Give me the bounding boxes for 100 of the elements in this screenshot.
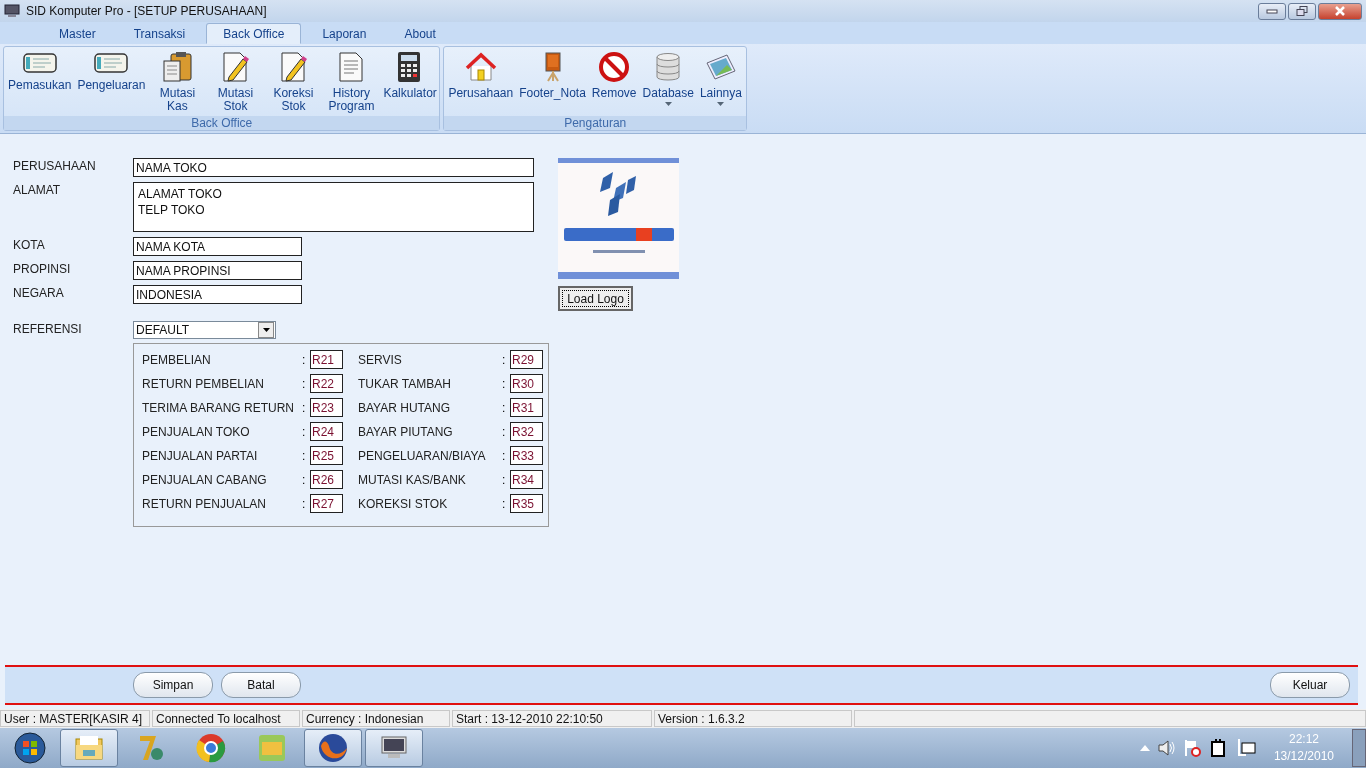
code-field[interactable]: R26 [310,470,343,489]
restore-button[interactable] [1288,2,1316,20]
code-field[interactable]: R30 [510,374,543,393]
ribbon-tab[interactable]: Back Office [206,23,302,44]
reference-dropdown[interactable]: DEFAULT [133,321,276,339]
reference-label: MUTASI KAS/BANK [358,472,467,487]
reference-label: KOREKSI STOK [358,496,449,511]
load-logo-button[interactable]: Load Logo [558,286,633,311]
text-field[interactable]: NAMA PROPINSI [133,261,302,280]
status-panel: Connected To localhost [152,710,300,727]
close-button[interactable] [1318,2,1362,20]
text-field[interactable]: INDONESIA [133,285,302,304]
taskbar-button[interactable] [365,729,423,767]
code-field[interactable]: R21 [310,350,343,369]
colon: : [502,496,507,511]
computer-icon [4,3,20,19]
colon: : [502,376,507,391]
ribbon-button[interactable]: Pemasukan [5,49,75,94]
reference-label: PEMBELIAN [142,352,212,367]
reference-label: PENJUALAN TOKO [142,424,251,439]
reference-label: BAYAR PIUTANG [358,424,454,439]
app-square-icon [256,732,288,764]
minimize-icon [1266,8,1278,14]
colon: : [502,352,507,367]
action-button[interactable]: Simpan [133,672,213,698]
code-field[interactable]: R34 [510,470,543,489]
colon: : [502,400,507,415]
ribbon-button[interactable]: Mutasi Stok [206,49,265,115]
colon: : [302,424,307,439]
code-field[interactable]: R23 [310,398,343,417]
code-field[interactable]: R29 [510,350,543,369]
ribbon-button[interactable]: Mutasi Kas [148,49,207,115]
reference-label: RETURN PEMBELIAN [142,376,266,391]
ribbon-button[interactable]: Database [639,49,697,108]
code-field[interactable]: R35 [510,494,543,513]
ribbon-tab[interactable]: Laporan [305,23,384,44]
ribbon-tab[interactable]: Transaksi [116,23,203,44]
colon: : [302,496,307,511]
code-field[interactable]: R22 [310,374,343,393]
reference-label: BAYAR HUTANG [358,400,451,415]
ribbon-tab[interactable]: Master [42,23,113,44]
taskbar-button[interactable] [304,729,362,767]
flag-icon[interactable] [1183,739,1202,757]
reference-label: TERIMA BARANG RETURN [142,400,295,415]
card-icon [22,51,57,75]
exit-button[interactable]: Keluar [1270,672,1350,698]
field-label: PROPINSI [13,261,72,276]
code-field[interactable]: R24 [310,422,343,441]
code-field[interactable]: R27 [310,494,343,513]
reference-label: TUKAR TAMBAH [358,376,452,391]
no-entry-icon [598,51,631,83]
dropdown-caret-icon [664,102,672,106]
field-label: NEGARA [13,285,65,300]
colon: : [302,400,307,415]
field-label: REFERENSI [13,321,83,336]
reference-label: SERVIS [358,352,403,367]
restore-icon [1296,6,1308,16]
card-icon [94,51,129,75]
speaker-icon[interactable] [1157,740,1176,756]
text-field[interactable]: NAMA TOKO [133,158,534,177]
ribbon-button[interactable]: Perusahaan [445,49,517,102]
window-title: SID Komputer Pro - [SETUP PERUSAHAAN] [26,4,267,18]
taskbar-button[interactable] [60,729,118,767]
dropdown-caret-icon [262,328,270,332]
ribbon-button[interactable]: Lainnya [696,49,745,108]
action-button[interactable]: Batal [221,672,301,698]
code-field[interactable]: R32 [510,422,543,441]
browser-ball-icon [195,732,227,764]
code-field[interactable]: R25 [310,446,343,465]
clipboard-icon [161,51,194,83]
ribbon-button[interactable]: Pengeluaran [74,49,149,94]
ribbon-button[interactable]: Footer_Nota [516,49,589,102]
house-icon [464,51,497,83]
field-label: ALAMAT [13,182,62,197]
status-panel: Currency : Indonesian [302,710,450,727]
colon: : [302,448,307,463]
reference-label: RETURN PENJUALAN [142,496,268,511]
colon: : [502,472,507,487]
minimize-button[interactable] [1258,2,1286,20]
code-field[interactable]: R33 [510,446,543,465]
colon: : [302,376,307,391]
status-panel: User : MASTER[KASIR 4] [0,710,150,727]
reference-label: PENJUALAN CABANG [142,472,268,487]
network-icon[interactable] [1235,739,1256,757]
start-orb-icon [14,732,46,764]
code-field[interactable]: R31 [510,398,543,417]
ribbon-button[interactable]: History Program [322,49,381,115]
colon: : [502,448,507,463]
ribbon-tab[interactable]: About [387,23,453,44]
colon: : [302,472,307,487]
text-field[interactable]: NAMA KOTA [133,237,302,256]
status-panel: Version : 1.6.3.2 [654,710,852,727]
ribbon-button[interactable]: Remove [588,49,640,102]
field-label: PERUSAHAAN [13,158,97,173]
status-panel: Start : 13-12-2010 22:10:50 [452,710,652,727]
ribbon-button[interactable]: Kalkulator [380,49,439,102]
ribbon-button[interactable]: Koreksi Stok [264,49,323,115]
address-field[interactable]: ALAMAT TOKO TELP TOKO [133,182,534,232]
reference-label: PENGELUARAN/BIAYA [358,448,487,463]
browser-fox-icon [317,732,349,764]
